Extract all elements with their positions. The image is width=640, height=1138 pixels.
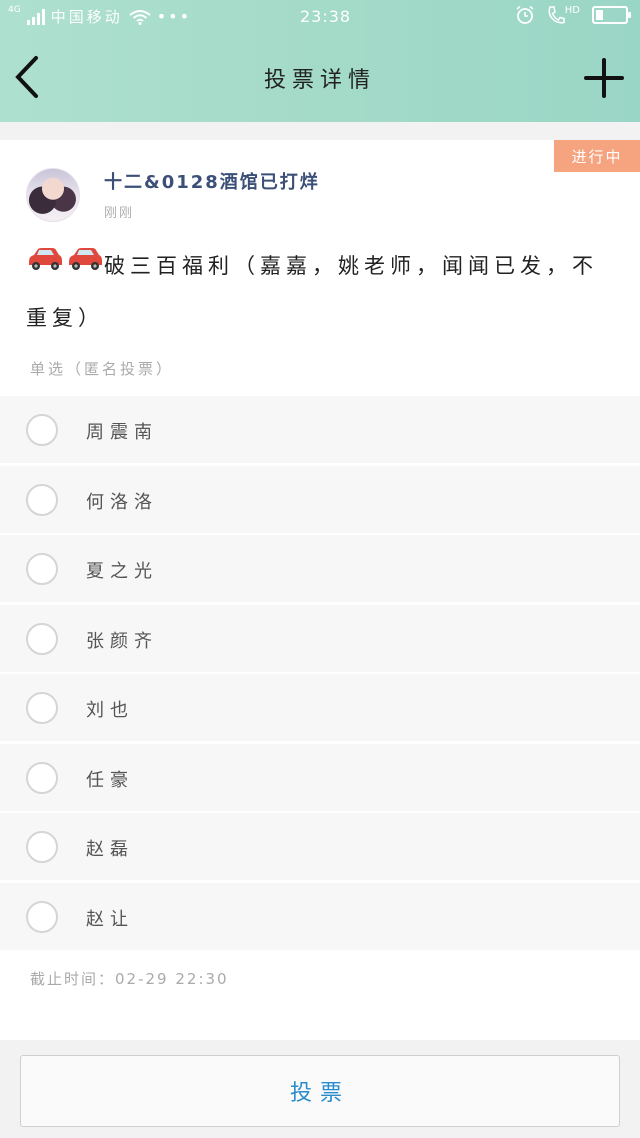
post-time: 刚刚 (104, 206, 135, 221)
plus-icon (584, 58, 624, 98)
radio-button[interactable] (26, 414, 58, 446)
vote-card: 进行中 十二&0128酒馆已打烊 刚刚 破三百福利（嘉嘉，姚老师，闻闻已发，不重… (0, 140, 640, 1040)
post-content: 破三百福利（嘉嘉，姚老师，闻闻已发，不重复） (26, 254, 598, 330)
alarm-icon (516, 5, 534, 24)
option-label: 赵磊 (86, 839, 134, 860)
radio-button[interactable] (26, 831, 58, 863)
carrier-name: 中国移动 (50, 8, 123, 26)
radio-button[interactable] (26, 622, 58, 655)
radio-button[interactable] (26, 553, 58, 585)
hd-voice-label: HD (564, 4, 580, 16)
option-label: 周震南 (86, 422, 158, 443)
battery-icon (592, 6, 631, 24)
phone-icon (548, 6, 565, 24)
network-type: 4G (8, 5, 21, 15)
radio-button[interactable] (26, 483, 58, 516)
deadline-label: 截止时间：02-29 22:30 (30, 970, 229, 988)
vote-option[interactable]: 何洛洛 (0, 465, 640, 533)
add-button[interactable] (582, 56, 626, 100)
navigation-bar: 投票详情 (0, 34, 640, 122)
clock: 23:38 (300, 7, 352, 26)
vote-option[interactable]: 张颜齐 (0, 604, 640, 672)
vote-option[interactable]: 夏之光 (0, 535, 640, 602)
signal-icon (26, 8, 45, 25)
radio-button[interactable] (26, 692, 58, 724)
radio-button[interactable] (26, 761, 58, 794)
status-bar: 4G 中国移动 ••• 23:38 HD (0, 0, 640, 34)
bottom-bar: 投票 (0, 1040, 640, 1138)
vote-option[interactable]: 赵磊 (0, 813, 640, 880)
option-label: 赵让 (86, 908, 134, 930)
option-label: 夏之光 (86, 561, 158, 582)
vote-options-list: 周震南 何洛洛 夏之光 张颜齐 刘也 任豪 赵磊 赵让 (0, 396, 640, 952)
avatar[interactable] (26, 168, 80, 222)
page-title: 投票详情 (263, 68, 376, 93)
radio-button[interactable] (26, 900, 58, 933)
top-bar: 4G 中国移动 ••• 23:38 HD 投票详情 (0, 0, 640, 122)
username[interactable]: 十二&0128酒馆已打烊 (104, 168, 320, 194)
vote-type-label: 单选（匿名投票） (30, 360, 175, 378)
option-label: 刘也 (86, 700, 134, 721)
vote-option[interactable]: 周震南 (0, 396, 640, 463)
vote-submit-button[interactable]: 投票 (20, 1055, 620, 1127)
option-label: 任豪 (86, 769, 134, 791)
wifi-icon (129, 9, 151, 25)
more-indicator: ••• (156, 7, 192, 26)
option-label: 张颜齐 (86, 630, 158, 652)
vote-option[interactable]: 赵让 (0, 882, 640, 950)
vote-option[interactable]: 任豪 (0, 743, 640, 811)
status-badge: 进行中 (550, 140, 640, 172)
vote-option[interactable]: 刘也 (0, 674, 640, 741)
option-label: 何洛洛 (86, 491, 158, 513)
